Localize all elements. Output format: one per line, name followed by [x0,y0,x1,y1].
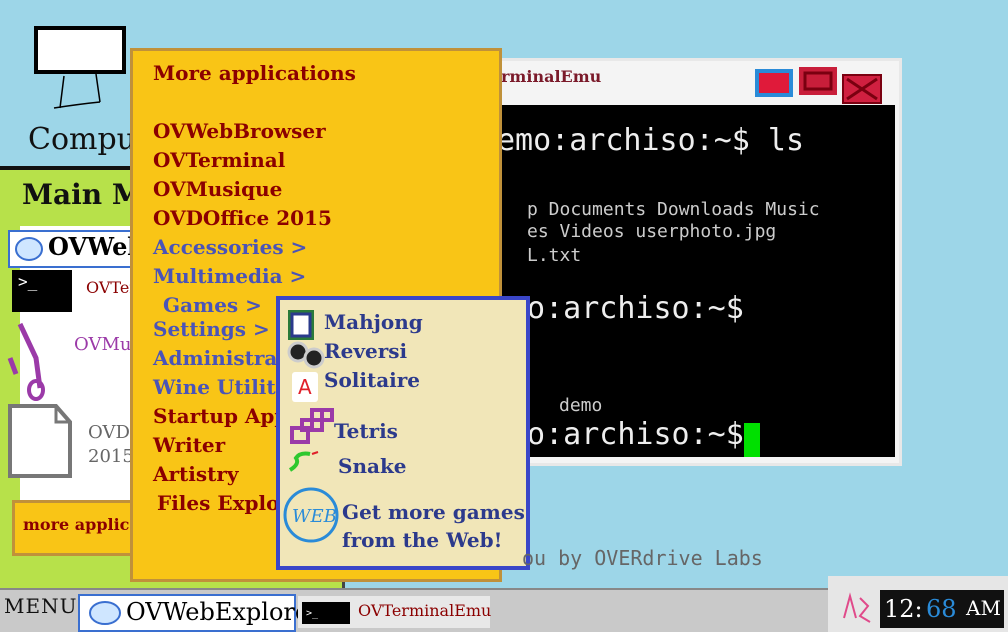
mahjong-icon [288,310,314,340]
terminal-app-icon[interactable]: >_ [12,270,72,312]
terminal-line: mo:archiso:~$ [509,417,744,452]
menu-item-multimedia[interactable]: Multimedia > [153,264,306,288]
tetris-icon [290,408,334,444]
menu-item-accessories[interactable]: Accessories > [153,235,307,259]
terminal-output[interactable]: emo:archiso:~$ ls p Documents Downloads … [489,105,895,457]
clock-minutes: 68 [926,595,957,623]
terminal-title: rminalEmu [501,67,602,86]
menu-item-settings[interactable]: Settings > [153,317,270,341]
taskbar-item-label: OVTerminalEmu [358,601,492,620]
game-item-mahjong[interactable]: Mahjong [324,310,423,334]
game-item-snake[interactable]: Snake [338,454,407,478]
web-globe-icon: WEB [283,487,339,543]
menu-item-games[interactable]: Games > [163,293,262,317]
taskbar: MENU OVWebExplorer >_ OVTerminalEmu 12: … [0,576,1008,632]
terminal-line: L.txt [527,245,582,266]
close-icon [842,74,882,104]
credit-text: ou by OVERdrive Labs [522,546,763,570]
taskbar-item-webexplorer[interactable]: OVWebExplorer [78,594,321,632]
terminal-prompt-row: mo:archiso:~$ [509,417,760,457]
reversi-icon [287,341,325,369]
games-submenu: Mahjong Reversi A Solitaire Tetris Snake… [276,296,530,570]
clock-hours: 12: [884,595,923,623]
get-more-games-line2[interactable]: from the Web! [342,528,502,552]
document-icon[interactable] [8,404,72,480]
terminal-window[interactable]: rminalEmu emo:archiso:~$ ls p Documents … [468,58,902,466]
game-item-solitaire[interactable]: Solitaire [324,368,420,392]
svg-text:WEB: WEB [292,506,337,527]
snake-icon [288,451,319,472]
terminal-cursor [743,422,760,457]
system-tray: 12: 68 AM [828,576,1008,632]
get-more-games-line1[interactable]: Get more games [342,500,525,524]
solitaire-card-icon: A [292,372,318,402]
web-icon [89,601,121,625]
terminal-line: demo [559,395,603,416]
applications-menu-header: More applications [153,61,356,85]
taskbar-item-label: OVWebExplorer [126,598,321,626]
game-item-reversi[interactable]: Reversi [324,339,407,363]
terminal-icon: >_ [302,602,350,624]
maximize-icon [799,67,837,95]
clock-ampm: AM [966,596,1001,620]
menu-item-ovwebbrowser[interactable]: OVWebBrowser [153,119,326,143]
menu-item-ovterminal[interactable]: OVTerminal [153,148,285,172]
menu-item-writer[interactable]: Writer [153,433,225,457]
menu-item-ovdoffice[interactable]: OVDOffice 2015 [153,206,332,230]
clock[interactable]: 12: 68 AM [880,590,1004,628]
main-menu-webexplorer[interactable]: OVWebE [8,230,162,268]
game-item-tetris[interactable]: Tetris [334,419,398,443]
terminal-line: emo:archiso:~$ ls [497,123,805,158]
web-icon [15,237,43,261]
music-note-icon[interactable] [6,318,62,402]
svg-text:A: A [298,375,312,399]
menu-item-ovmusique[interactable]: OVMusique [153,177,282,201]
svg-text:>_: >_ [306,608,319,619]
more-applications-button[interactable]: more application [12,500,176,556]
tray-icon[interactable] [836,588,876,628]
main-menu-label: 2015 [88,446,134,467]
terminal-line: p Documents Downloads Music [527,199,820,220]
computer-label[interactable]: Compu [28,122,136,157]
computer-icon[interactable] [34,26,126,116]
taskbar-item-terminal[interactable]: >_ OVTerminalEmu [298,596,492,628]
menu-item-artistry[interactable]: Artistry [153,462,239,486]
start-menu-button[interactable]: MENU [4,594,77,618]
terminal-line: mo:archiso:~$ [509,291,744,326]
terminal-line: es Videos userphoto.jpg [527,221,777,242]
minimize-icon [755,69,793,97]
